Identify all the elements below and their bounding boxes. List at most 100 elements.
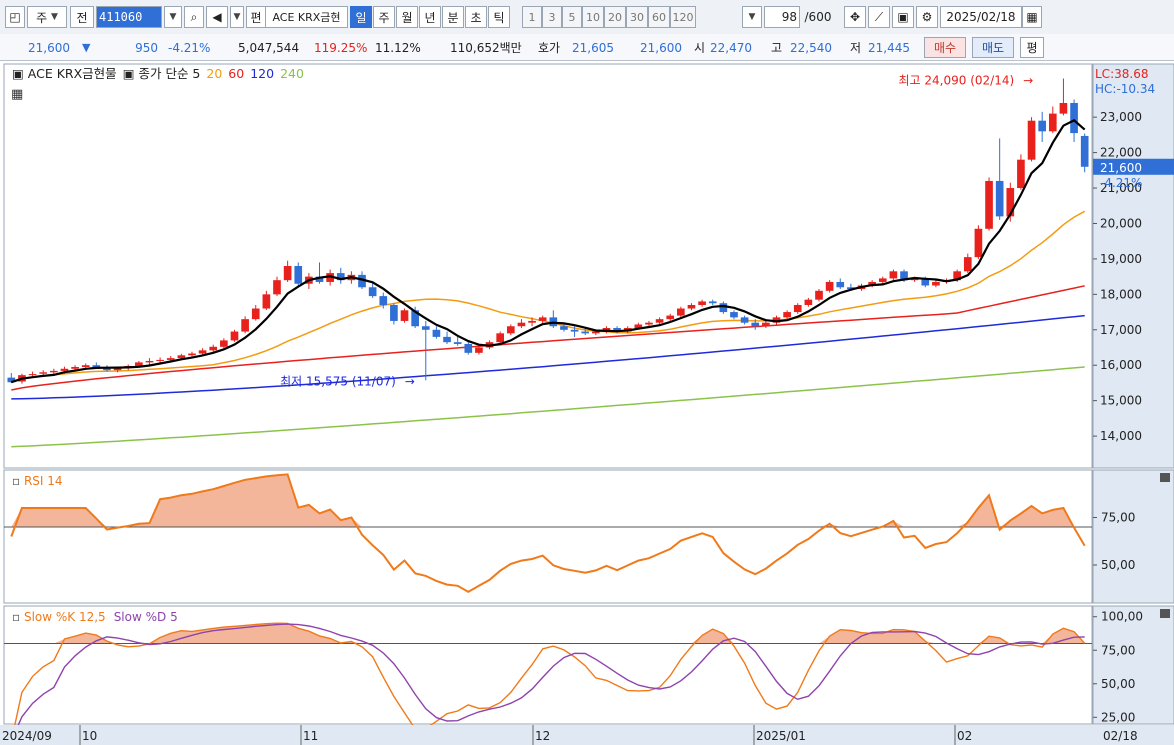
candle-body: [687, 304, 696, 309]
candle-body: [878, 278, 887, 282]
current-price-label: 21,600: [1100, 161, 1142, 175]
period-tab-0[interactable]: 일: [350, 6, 372, 28]
rsi-title: ▫ RSI 14: [12, 474, 63, 488]
period-tab-3[interactable]: 년: [419, 6, 441, 28]
candle-body: [294, 266, 303, 284]
stock-name: ACE KRX금현: [266, 6, 348, 28]
count-input[interactable]: 98: [764, 6, 800, 28]
candle-body: [655, 319, 664, 323]
gear-icon[interactable]: ⚙: [916, 6, 938, 28]
candle-body: [1048, 113, 1057, 132]
main-toolbar: ◰ 주 ▼ 전 411060 ▼ ⌕ ◀ ▼ 편 ACE KRX금현 일주월년분…: [0, 0, 1174, 35]
panel-frame: [3, 469, 1093, 604]
date-input[interactable]: 2025/02/18: [940, 6, 1022, 28]
x-tick-label: 2025/01: [756, 729, 806, 743]
window-icon[interactable]: ◰: [5, 6, 25, 28]
legend-ma-label: 종가 단순 5: [138, 66, 200, 81]
trend-icon[interactable]: ⟋: [868, 6, 890, 28]
candle-body: [570, 329, 579, 332]
stoch-d-title: Slow %D 5: [114, 610, 178, 624]
candle-body: [1070, 102, 1078, 134]
stoch-tick-label: 50,00: [1101, 677, 1135, 691]
volume: 5,047,544: [238, 41, 300, 55]
arrow-right-icon: →: [405, 374, 415, 388]
search-icon[interactable]: ⌕: [184, 6, 204, 28]
y-tick-label: 14,000: [1100, 429, 1142, 443]
candle-body: [230, 331, 239, 341]
candle-body: [506, 326, 515, 334]
legend-title: ACE KRX금현물: [28, 66, 117, 81]
code-dropdown[interactable]: ▼: [164, 6, 182, 28]
current-change-label: -4.21%: [1100, 176, 1142, 190]
chevron-down-icon: ▼: [748, 12, 756, 22]
period-tab-4[interactable]: 분: [442, 6, 464, 28]
candle-body: [836, 281, 845, 288]
candle-body: [188, 353, 196, 356]
range-dropdown[interactable]: ▼: [742, 6, 762, 28]
candle-body: [28, 374, 37, 376]
candle-body: [1027, 120, 1036, 160]
stoch-tick-label: 25,00: [1101, 710, 1135, 724]
mode-select[interactable]: 주 ▼: [27, 6, 67, 28]
candle-body: [71, 367, 79, 369]
crosshair-icon[interactable]: ✥: [844, 6, 866, 28]
period-tab-5[interactable]: 초: [465, 6, 487, 28]
turnover: 11.12%: [375, 41, 421, 55]
y-tick-label: 18,000: [1100, 287, 1142, 301]
multiplier-120[interactable]: 120: [670, 6, 696, 28]
x-tick-label: 02: [957, 729, 972, 743]
multiplier-10[interactable]: 10: [582, 6, 604, 28]
candle-body: [719, 303, 728, 313]
period-tab-2[interactable]: 월: [396, 6, 418, 28]
candle-body: [39, 372, 48, 374]
save-icon[interactable]: ▣: [892, 6, 914, 28]
stoch-tick-label: 100,00: [1101, 610, 1143, 624]
stoch-tick-label: 75,00: [1101, 643, 1135, 657]
candle-body: [209, 346, 218, 351]
rsi-box-icon: ▫: [12, 474, 24, 488]
multiplier-1[interactable]: 1: [522, 6, 542, 28]
edit-button[interactable]: 편: [246, 6, 266, 28]
sell-button[interactable]: 매도: [972, 37, 1014, 58]
stoch-title: ▫ Slow %K 12,5 Slow %D 5: [12, 610, 178, 624]
speaker-dropdown[interactable]: ▼: [230, 6, 244, 28]
multiplier-20[interactable]: 20: [604, 6, 626, 28]
candle-body: [804, 299, 813, 305]
candle-body: [379, 296, 388, 305]
y-axis-band: [1092, 469, 1174, 604]
period-tab-1[interactable]: 주: [373, 6, 395, 28]
calendar-icon[interactable]: ▦: [1022, 6, 1042, 28]
candle-body: [1038, 120, 1047, 132]
stock-code-input[interactable]: 411060: [96, 6, 162, 28]
candle-body: [793, 304, 802, 313]
candle-body: [560, 326, 568, 330]
down-arrow-icon: ▼: [82, 41, 91, 54]
prev-button[interactable]: 전: [70, 6, 94, 28]
low-annotation: 최저 15,575 (11/07): [280, 374, 396, 388]
candle-body: [251, 308, 260, 320]
panel-close-icon: [1160, 473, 1170, 482]
chart-area[interactable]: 14,000 15,000 16,000 17,000 18,000 19,000 20,0…: [0, 60, 1174, 745]
candle-body: [740, 317, 749, 323]
y-tick-label: 23,000: [1100, 110, 1142, 124]
high-label: 고: [771, 41, 783, 55]
multiplier-30[interactable]: 30: [626, 6, 648, 28]
speaker-icon[interactable]: ◀: [206, 6, 228, 28]
candle-body: [974, 228, 983, 258]
multiplier-5[interactable]: 5: [562, 6, 582, 28]
buy-button[interactable]: 매수: [924, 37, 966, 58]
eval-button[interactable]: 평: [1020, 37, 1044, 58]
multiplier-3[interactable]: 3: [542, 6, 562, 28]
candle-body: [220, 340, 228, 347]
legend-ma-icon: ▣: [123, 66, 139, 81]
legend-ma-240: 240: [280, 66, 304, 81]
multiplier-60[interactable]: 60: [648, 6, 670, 28]
candle-body: [156, 359, 164, 361]
period-tab-6[interactable]: 틱: [488, 6, 510, 28]
candle-body: [273, 280, 281, 295]
hoga-label: 호가: [538, 41, 561, 55]
candle-body: [985, 180, 993, 229]
candle-body: [368, 287, 377, 297]
trade-amount: 110,652백만: [450, 41, 522, 55]
high-price: 22,540: [790, 41, 832, 55]
